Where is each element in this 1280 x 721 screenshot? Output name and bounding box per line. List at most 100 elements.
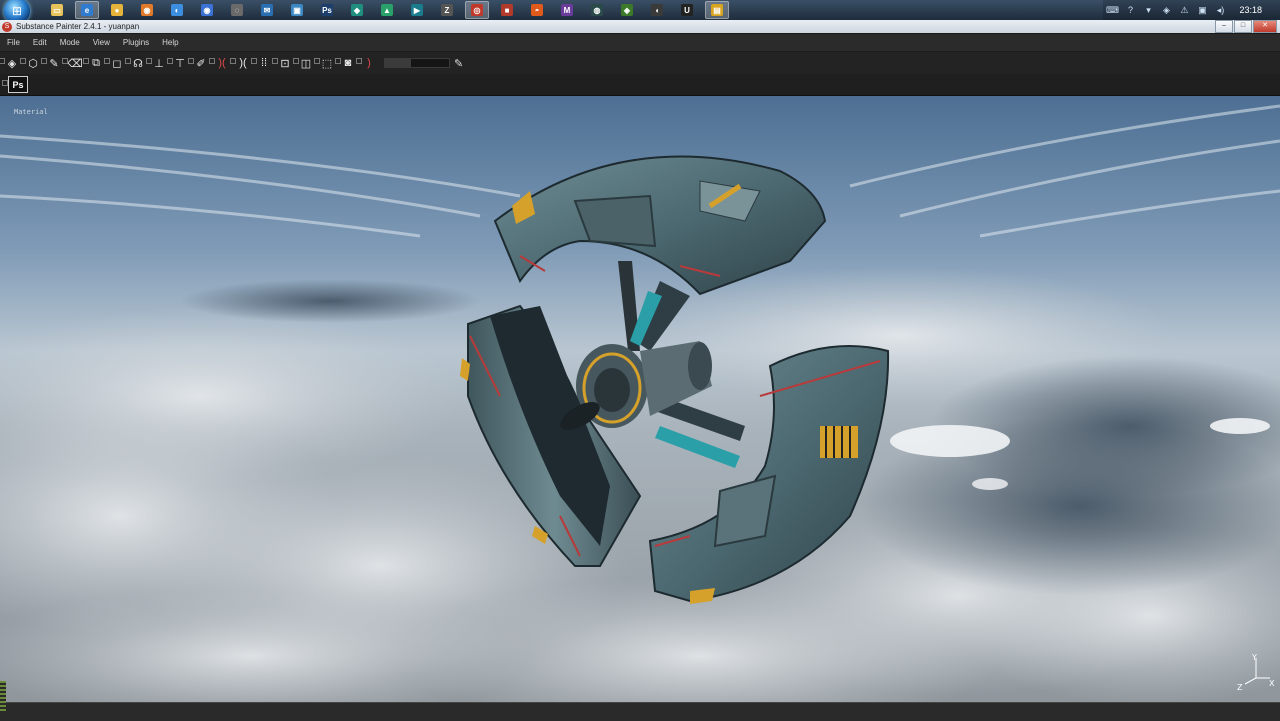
taskbar-zbrush-icon[interactable]: Z — [435, 1, 459, 19]
3d-viewport[interactable]: Material Y X Z — [0, 96, 1280, 702]
tool-options-toggle[interactable] — [0, 58, 5, 64]
disk-glyph: ◌ — [231, 4, 243, 16]
taskbar-explorer-yellow-icon[interactable]: ▤ — [705, 1, 729, 19]
eraser-tool-icon[interactable]: ⌫ — [62, 55, 83, 71]
close-button[interactable]: ✕ — [1253, 20, 1277, 33]
polygon-fill-tool-glyph: ◻ — [112, 57, 122, 70]
stamp-tool-icon[interactable]: ⊤ — [167, 55, 188, 71]
taskbar-app-cyan-icon[interactable]: ▶ — [405, 1, 429, 19]
tool-options-toggle[interactable] — [356, 58, 362, 64]
taskbar-mail-icon[interactable]: ✉ — [255, 1, 279, 19]
brush-size-slider[interactable] — [384, 58, 450, 68]
taskbar-chrome2-icon[interactable]: ◉ — [195, 1, 219, 19]
folder-glyph: ▭ — [51, 4, 63, 16]
tool-options-toggle[interactable] — [230, 58, 236, 64]
taskbar-browser-ie-icon[interactable]: e — [75, 1, 99, 19]
tool-options-toggle[interactable] — [293, 58, 299, 64]
polygon-fill-tool-icon[interactable]: ◻ — [104, 55, 125, 71]
camera-tool-icon[interactable]: ◫ — [293, 55, 314, 71]
menu-edit[interactable]: Edit — [26, 38, 53, 47]
cube-tool-icon[interactable]: ⬚ — [314, 55, 335, 71]
viewport-mode-label: Material — [14, 108, 48, 116]
tool-options-toggle[interactable] — [41, 58, 47, 64]
taskbar-substance-painter-icon[interactable]: ◎ — [465, 1, 489, 19]
symmetry-y-tool-icon[interactable]: )( — [230, 55, 251, 71]
tray-icon-4[interactable]: ⚠ — [1177, 4, 1191, 16]
taskbar-app-green-icon[interactable]: ▲ — [375, 1, 399, 19]
symmetry-y-tool-glyph: )( — [239, 57, 247, 69]
axis-y-label: Y — [1251, 653, 1257, 662]
speaker-glyph: ◖ — [651, 4, 663, 16]
tool-options-toggle[interactable] — [62, 58, 68, 64]
tray-icon-0[interactable]: ⌨ — [1105, 4, 1119, 16]
axis-gizmo[interactable]: Y X Z — [1236, 652, 1276, 692]
tray-icon-3[interactable]: ◈ — [1159, 4, 1173, 16]
clone-tool-icon[interactable]: ⊥ — [146, 55, 167, 71]
material-tool-icon[interactable]: ⬡ — [20, 55, 41, 71]
minimize-button[interactable]: – — [1215, 20, 1233, 33]
taskbar-app-dark-icon[interactable]: ◍ — [585, 1, 609, 19]
clock[interactable]: 23:18 — [1239, 5, 1262, 15]
chrome-glyph: ● — [111, 4, 123, 16]
photoshop-export-button[interactable]: Ps — [8, 76, 28, 93]
taskbar-photoshop-icon[interactable]: Ps — [315, 1, 339, 19]
app-orange-glyph: ◓ — [531, 4, 543, 16]
tool-options-toggle[interactable] — [146, 58, 152, 64]
tray-icon-2[interactable]: ▾ — [1141, 4, 1155, 16]
taskbar-app-green2-icon[interactable]: ◈ — [615, 1, 639, 19]
menu-view[interactable]: View — [86, 38, 116, 47]
taskbar-speaker-icon[interactable]: ◖ — [645, 1, 669, 19]
tool-options-toggle[interactable] — [188, 58, 194, 64]
symmetry-x-tool-icon[interactable]: )( — [209, 55, 230, 71]
projection-tool-glyph: ⧉ — [92, 56, 100, 69]
taskbar-folder-icon[interactable]: ▭ — [45, 1, 69, 19]
layers-tool-glyph: ◈ — [7, 57, 17, 70]
taskbar-app-orange-icon[interactable]: ◓ — [525, 1, 549, 19]
menu-file[interactable]: File — [0, 38, 26, 47]
taskbar-app-red-icon[interactable]: ■ — [495, 1, 519, 19]
uv-tool-icon[interactable]: ⊡ — [272, 55, 293, 71]
tray-icon-5[interactable]: ▣ — [1195, 4, 1209, 16]
taskbar-app-teal-icon[interactable]: ◆ — [345, 1, 369, 19]
tool-options-toggle[interactable] — [272, 58, 278, 64]
plugin-bar-grip[interactable] — [2, 80, 8, 86]
taskbar-photos-icon[interactable]: ▣ — [285, 1, 309, 19]
menu-mode[interactable]: Mode — [53, 38, 86, 47]
bracket-tool-icon[interactable]: ) — [356, 55, 377, 71]
layers-tool-icon[interactable]: ◈ — [0, 55, 20, 71]
taskbar-app-purple-icon[interactable]: M — [555, 1, 579, 19]
smudge-tool-icon[interactable]: ☊ — [125, 55, 146, 71]
taskbar-unreal-icon[interactable]: U — [675, 1, 699, 19]
taskbar-chrome-icon[interactable]: ● — [105, 1, 129, 19]
eraser-tool-glyph: ⌫ — [67, 57, 83, 70]
menu-help[interactable]: Help — [155, 38, 184, 47]
cube-tool-glyph: ⬚ — [321, 57, 333, 70]
tool-options-toggle[interactable] — [314, 58, 320, 64]
taskbar-firefox-icon[interactable]: ◉ — [135, 1, 159, 19]
tray-icon-1[interactable]: ? — [1123, 4, 1137, 16]
tray-icon-6[interactable]: ◂) — [1213, 4, 1227, 16]
tool-options-toggle[interactable] — [104, 58, 110, 64]
panel-grip[interactable] — [0, 681, 6, 711]
taskbar-disk-icon[interactable]: ◌ — [225, 1, 249, 19]
pen-pressure-icon[interactable]: ✎ — [454, 57, 463, 70]
tool-options-toggle[interactable] — [167, 58, 173, 64]
tool-options-toggle[interactable] — [251, 58, 257, 64]
taskbar-browser-blue-icon[interactable]: ◐ — [165, 1, 189, 19]
picker-tool-icon[interactable]: ✐ — [188, 55, 209, 71]
tool-options-toggle[interactable] — [20, 58, 26, 64]
grid-tool-icon[interactable]: ⁞⁞ — [251, 55, 272, 71]
paint-brush-tool-icon[interactable]: ✎ — [41, 55, 62, 71]
screenshot-tool-icon[interactable]: ◙ — [335, 55, 356, 71]
explorer-yellow-glyph: ▤ — [711, 4, 723, 16]
tool-options-toggle[interactable] — [125, 58, 131, 64]
maximize-button[interactable]: □ — [1234, 20, 1252, 33]
menu-bar: File Edit Mode View Plugins Help — [0, 34, 1280, 52]
menu-plugins[interactable]: Plugins — [116, 38, 155, 47]
unreal-glyph: U — [681, 4, 693, 16]
tool-options-toggle[interactable] — [209, 58, 215, 64]
tool-options-toggle[interactable] — [83, 58, 89, 64]
stamp-tool-glyph: ⊤ — [175, 57, 185, 70]
projection-tool-icon[interactable]: ⧉ — [83, 55, 104, 71]
tool-options-toggle[interactable] — [335, 58, 341, 64]
